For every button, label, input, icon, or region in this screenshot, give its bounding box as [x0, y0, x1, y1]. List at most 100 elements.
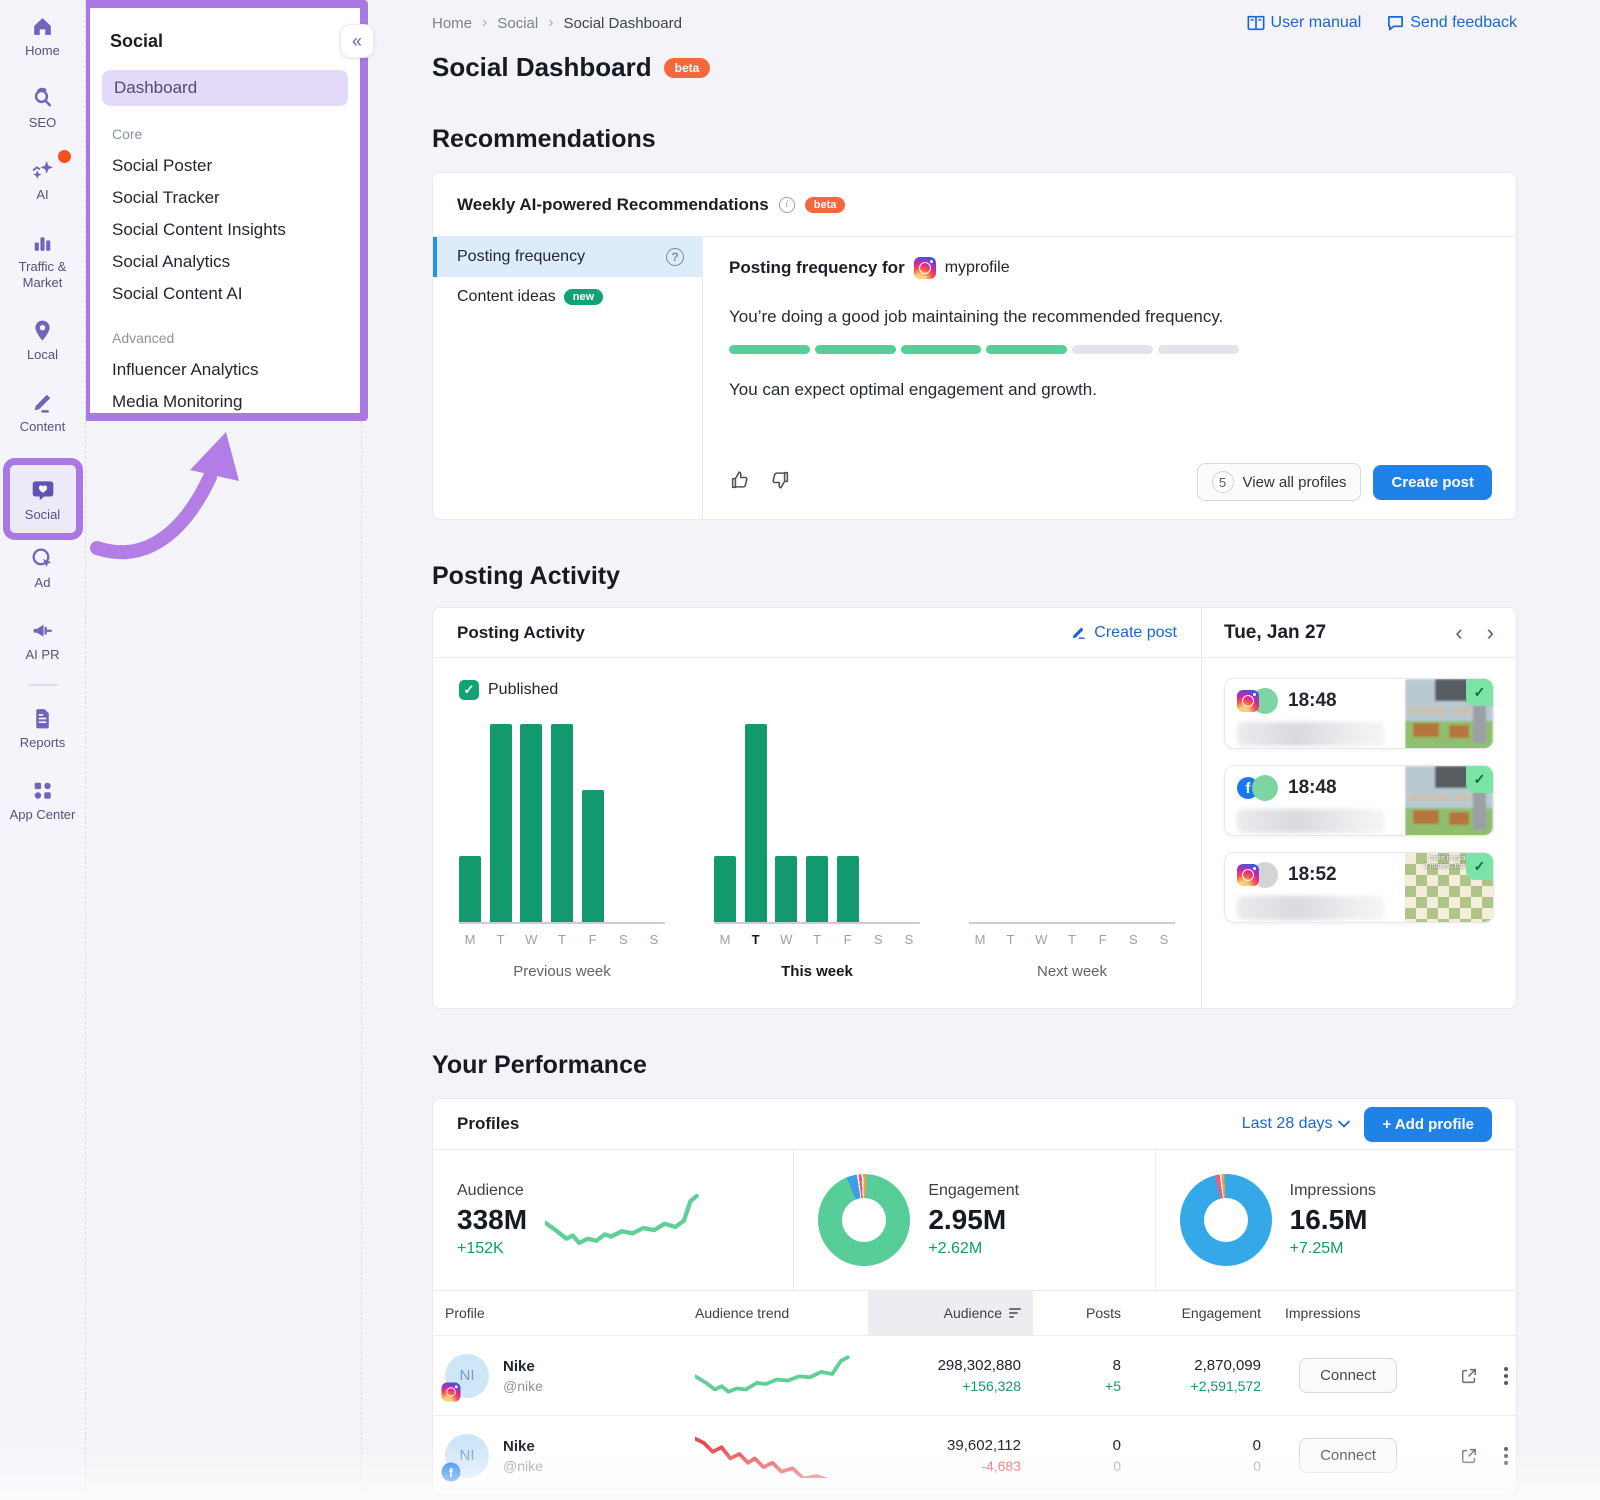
sidebar-item-content[interactable]: Content: [1, 390, 85, 435]
scheduled-post[interactable]: 18:48 ✓: [1224, 678, 1494, 749]
impressions-donut: [1180, 1174, 1272, 1266]
published-filter[interactable]: ✓ Published: [459, 680, 1175, 700]
bar: [806, 856, 828, 922]
help-icon[interactable]: ?: [666, 248, 684, 266]
column-header-audience-trend[interactable]: Audience trend: [683, 1291, 868, 1335]
profile-name: Nike: [503, 1438, 543, 1455]
tab-content-ideas[interactable]: Content ideas new: [433, 277, 702, 317]
menu-item-media-monitoring[interactable]: Media Monitoring: [90, 386, 360, 418]
sidebar-item-app-center[interactable]: App Center: [1, 778, 85, 823]
progress-segment: [1158, 345, 1239, 354]
collapse-sidebar-button[interactable]: «: [340, 24, 374, 58]
menu-item-social-content-insights[interactable]: Social Content Insights: [90, 214, 360, 246]
column-header-audience[interactable]: Audience: [868, 1291, 1033, 1335]
prev-day-button[interactable]: ‹: [1455, 622, 1462, 644]
create-post-button[interactable]: Create post: [1373, 465, 1492, 500]
next-day-button[interactable]: ›: [1487, 622, 1494, 644]
seo-icon: [30, 86, 55, 111]
column-header-engagement[interactable]: Engagement: [1133, 1291, 1273, 1335]
view-all-profiles-button[interactable]: 5 View all profiles: [1197, 463, 1362, 501]
menu-title: Social: [110, 31, 163, 52]
sidebar-item-local[interactable]: Local: [1, 318, 85, 363]
breadcrumb-home[interactable]: Home: [432, 15, 472, 32]
thumbs-up-button[interactable]: [729, 469, 751, 496]
info-icon[interactable]: i: [779, 197, 795, 213]
recommendations-card: Weekly AI-powered Recommendations i beta…: [432, 172, 1517, 520]
menu-item-social-tracker[interactable]: Social Tracker: [90, 182, 360, 214]
recommendation-tabs: Posting frequency ? Content ideas new: [433, 237, 703, 519]
menu-item-social-analytics[interactable]: Social Analytics: [90, 246, 360, 278]
day-label: T: [1000, 932, 1022, 947]
bar-group: [459, 722, 665, 924]
main-content: Home › Social › Social Dashboard User ma…: [362, 0, 1600, 1500]
scheduled-post[interactable]: f 18:48 ✓: [1224, 765, 1494, 836]
published-checkbox[interactable]: ✓: [459, 680, 479, 700]
secondary-sidebar: Social « Dashboard Core Social Poster So…: [87, 0, 362, 1500]
chevron-down-icon: [1338, 1120, 1350, 1128]
column-header-posts[interactable]: Posts: [1033, 1291, 1133, 1335]
audience-cell: 39,602,112: [880, 1437, 1021, 1454]
sidebar-item-home[interactable]: Home: [1, 14, 85, 59]
bar: [837, 856, 859, 922]
sidebar-item-traffic-market[interactable]: Traffic & Market: [1, 230, 85, 291]
recommendations-card-title: Weekly AI-powered Recommendations: [457, 195, 769, 215]
period-selector[interactable]: Last 28 days: [1242, 1115, 1351, 1133]
feedback-icon: [1387, 15, 1404, 31]
day-label: T: [551, 932, 573, 947]
sidebar-item-reports[interactable]: Reports: [1, 706, 85, 751]
sidebar-item-ad[interactable]: Ad: [1, 546, 85, 591]
column-header-impressions[interactable]: Impressions: [1273, 1291, 1423, 1335]
user-manual-link[interactable]: User manual: [1247, 14, 1362, 32]
day-label: M: [969, 932, 991, 947]
bar: [745, 724, 767, 922]
breadcrumb-social[interactable]: Social: [497, 15, 538, 32]
profile-name: Nike: [503, 1358, 543, 1375]
connect-button[interactable]: Connect: [1299, 1438, 1397, 1473]
day-labels: MTWTFSS: [969, 932, 1175, 947]
social-menu-panel: Social « Dashboard Core Social Poster So…: [82, 0, 368, 421]
avatar: NI: [445, 1354, 489, 1398]
menu-item-influencer-analytics[interactable]: Influencer Analytics: [90, 354, 360, 386]
posting-activity-chart: MTWTFSS Previous week MTWTFSS This week …: [459, 722, 1175, 980]
day-label: S: [1153, 932, 1175, 947]
sidebar-item-social[interactable]: Social: [3, 458, 83, 540]
tab-posting-frequency[interactable]: Posting frequency ?: [433, 237, 702, 277]
send-feedback-link[interactable]: Send feedback: [1387, 14, 1517, 32]
bar: [520, 724, 542, 922]
add-profile-button[interactable]: + Add profile: [1364, 1107, 1492, 1142]
scheduled-post[interactable]: 18:52 mate in exac 2 moves, but ho ✓: [1224, 852, 1494, 923]
schedule-date: Tue, Jan 27: [1224, 622, 1326, 644]
ai-icon: [30, 158, 55, 183]
audience-value: 338M: [457, 1204, 527, 1236]
more-options-button[interactable]: [1500, 1363, 1512, 1389]
day-label: W: [520, 932, 542, 947]
sidebar-item-ai[interactable]: AI: [1, 158, 85, 203]
recommendation-message: You’re doing a good job maintaining the …: [729, 307, 1492, 327]
more-options-button[interactable]: [1500, 1443, 1512, 1469]
external-link-icon[interactable]: [1460, 1447, 1478, 1465]
connect-button[interactable]: Connect: [1299, 1358, 1397, 1393]
stat-impressions: Impressions 16.5M +7.25M: [1155, 1150, 1516, 1290]
column-header-profile[interactable]: Profile: [433, 1291, 683, 1335]
posting-activity-card-title: Posting Activity: [457, 623, 585, 643]
day-labels: MTWTFSS: [459, 932, 665, 947]
local-icon: [30, 318, 55, 343]
day-label: F: [1092, 932, 1114, 947]
day-label: W: [775, 932, 797, 947]
sidebar-item-ai-pr[interactable]: AI PR: [1, 618, 85, 663]
menu-item-social-content-ai[interactable]: Social Content AI: [90, 278, 360, 310]
external-link-icon[interactable]: [1460, 1367, 1478, 1385]
menu-item-dashboard[interactable]: Dashboard: [102, 70, 348, 106]
create-post-link[interactable]: Create post: [1070, 624, 1177, 642]
sidebar-item-seo[interactable]: SEO: [1, 86, 85, 131]
social-icon: [30, 477, 56, 503]
post-thumbnail: mate in exac 2 moves, but ho ✓: [1405, 853, 1493, 922]
bar-group: [969, 722, 1175, 924]
posting-activity-card: Posting Activity Create post Tue, Jan 27…: [432, 607, 1517, 1009]
week-caption: Previous week: [459, 963, 665, 980]
day-label: T: [1061, 932, 1083, 947]
breadcrumb-separator: ›: [548, 14, 553, 32]
thumbs-down-button[interactable]: [769, 469, 791, 496]
menu-item-social-poster[interactable]: Social Poster: [90, 150, 360, 182]
published-check-icon: ✓: [1466, 679, 1493, 706]
